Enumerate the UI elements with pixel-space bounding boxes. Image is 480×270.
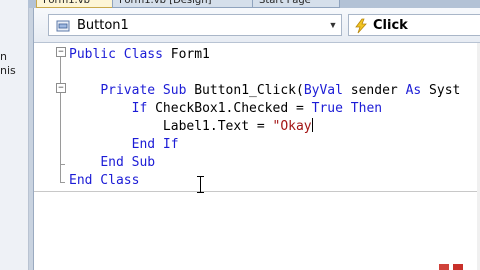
code-line: End Sub [100,155,156,170]
chevron-down-icon[interactable]: ▼ [325,15,341,35]
document-tab-strip: Form1.vb Form1.vb [Design] Start Page [28,0,480,8]
control-icon [56,20,70,32]
outline-end-tick [60,182,65,183]
collapse-sub-icon[interactable]: − [56,83,66,93]
status-corner-icons [439,264,467,270]
method-name-dropdown[interactable]: Click [348,14,480,36]
code-line: Label1.Text = "Okay [162,118,313,134]
class-name-dropdown[interactable]: Button1 ▼ [48,14,342,36]
error-icon [453,264,463,270]
code-line: End Class [69,173,140,188]
code-editor[interactable]: Button1 ▼ Click − − Public Class Form1 P… [33,8,480,270]
method-name-value: Click [373,18,408,33]
tab-start-page[interactable]: Start Page [252,0,340,8]
left-panel-text-fragment: n [0,50,7,63]
code-text-area[interactable]: − − Public Class Form1 Private Sub Butto… [34,43,480,270]
code-line: Private Sub Button1_Click(ByVal sender A… [100,83,461,98]
collapse-class-icon[interactable]: − [56,47,66,57]
warning-icon [439,264,449,270]
left-panel-text-fragment: nis [0,64,16,77]
outline-end-tick [60,164,65,165]
code-line: If CheckBox1.Checked = True Then [131,101,383,116]
tab-form1-design[interactable]: Form1.vb [Design] [112,0,258,8]
outlining-margin: − − [56,43,70,270]
solution-explorer-edge: n nis [0,0,29,270]
ibeam-cursor-icon [196,176,205,193]
navigation-bar: Button1 ▼ Click [34,8,480,43]
tab-form1-code[interactable]: Form1.vb [36,0,118,8]
text-caret [311,118,313,132]
lightning-icon [355,18,367,34]
current-line-highlight [34,191,480,192]
code-line: Public Class Form1 [69,47,210,62]
code-line: End If [131,137,179,152]
class-name-value: Button1 [77,18,129,33]
